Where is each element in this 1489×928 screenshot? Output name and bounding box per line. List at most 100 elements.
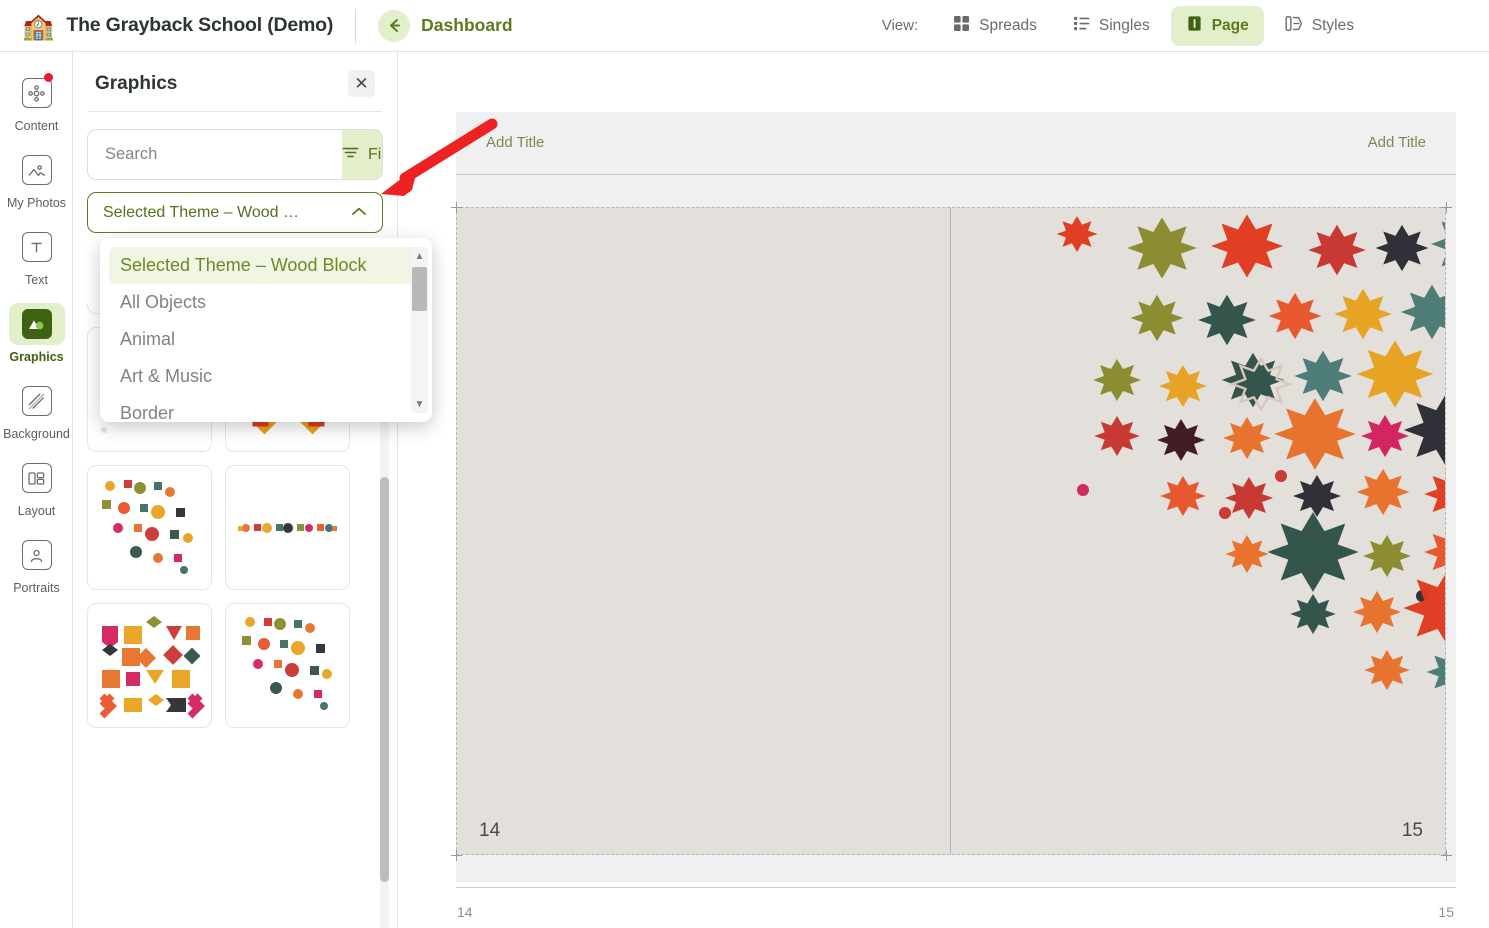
graphics-panel: Graphics ✕ Filter Selected Theme – Wood … xyxy=(73,52,398,928)
search-input[interactable] xyxy=(88,130,342,179)
dropdown-option-animal[interactable]: Animal xyxy=(100,321,432,358)
add-title-left[interactable]: Add Title xyxy=(486,134,544,160)
graphics-icon xyxy=(21,309,52,339)
page-number-left: 14 xyxy=(479,820,501,841)
graphic-thumbnail[interactable] xyxy=(225,603,350,728)
footer-page-number-right: 15 xyxy=(1438,904,1454,920)
styles-icon xyxy=(1285,15,1303,37)
school-building-icon: 🏫 xyxy=(22,10,55,41)
page-number-right: 15 xyxy=(1401,820,1423,841)
view-option-label: Singles xyxy=(1098,16,1150,34)
footer-page-number-left: 14 xyxy=(457,904,473,920)
view-option-label: Page xyxy=(1211,16,1249,34)
filter-icon xyxy=(342,146,359,164)
rail-icon-box xyxy=(9,380,65,422)
sidebar-item-label: Layout xyxy=(17,504,56,518)
sidebar-item-label: Background xyxy=(3,427,70,441)
rail-icon-box xyxy=(9,149,65,191)
layout-icon xyxy=(21,463,52,493)
panel-scrollbar-thumb[interactable] xyxy=(380,477,389,882)
search-row: Filter xyxy=(87,129,383,180)
left-nav-rail: Content My Photos Text Graphics Backgrou… xyxy=(0,52,73,928)
arrow-left-glyph xyxy=(389,19,400,32)
chevron-up-icon xyxy=(351,204,367,222)
arrow-left-icon xyxy=(378,9,411,42)
dropdown-option-border[interactable]: Border xyxy=(100,395,432,422)
sidebar-item-background[interactable]: Background xyxy=(0,380,73,441)
dashboard-label: Dashboard xyxy=(421,15,513,35)
panel-header-divider xyxy=(88,111,382,112)
panel-title: Graphics xyxy=(95,72,178,94)
dropdown-option-all-objects[interactable]: All Objects xyxy=(100,284,432,321)
theme-select-dropdown[interactable]: Selected Theme – Wood … xyxy=(87,192,383,233)
rail-icon-box xyxy=(9,72,65,114)
sidebar-item-label: Content xyxy=(14,119,59,133)
view-label: View: xyxy=(881,17,919,34)
sidebar-item-label: Portraits xyxy=(13,581,60,595)
rail-icon-box xyxy=(8,303,65,345)
sidebar-item-label: Text xyxy=(25,273,48,287)
view-switcher: View: Spreads Singles Page Styles xyxy=(881,5,1489,46)
sidebar-item-portraits[interactable]: Portraits xyxy=(0,534,73,595)
crop-mark-bottom-left xyxy=(451,850,462,861)
dropdown-scrollbar[interactable]: ▲ ▼ xyxy=(411,247,428,413)
sidebar-item-my-photos[interactable]: My Photos xyxy=(0,149,73,210)
sidebar-item-text[interactable]: Text xyxy=(0,226,73,287)
panel-header: Graphics ✕ xyxy=(73,52,397,97)
sidebar-item-label: My Photos xyxy=(6,196,67,210)
theme-select-value: Selected Theme – Wood … xyxy=(103,203,299,221)
footer-divider xyxy=(456,887,1456,888)
view-option-styles[interactable]: Styles xyxy=(1270,6,1369,46)
view-option-label: Spreads xyxy=(979,16,1037,34)
page-title: The Grayback School (Demo) xyxy=(66,14,334,36)
crop-mark-top-right xyxy=(1441,202,1452,213)
notification-badge-dot xyxy=(43,73,53,82)
page-spread[interactable]: 14 15 xyxy=(456,207,1446,855)
filter-button[interactable]: Filter xyxy=(342,130,382,179)
view-option-page[interactable]: Page xyxy=(1170,5,1264,46)
sidebar-item-layout[interactable]: Layout xyxy=(0,457,73,518)
top-bar: 🏫 The Grayback School (Demo) Dashboard V… xyxy=(0,0,1489,52)
page-stage: Add Title Add Title 14 15 14 15 xyxy=(451,112,1456,920)
dropdown-scrollbar-thumb[interactable] xyxy=(412,267,427,311)
graphic-thumbnail[interactable] xyxy=(225,465,350,590)
dropdown-option-art-music[interactable]: Art & Music xyxy=(100,358,432,395)
view-option-singles[interactable]: Singles xyxy=(1058,6,1165,46)
header-divider xyxy=(355,8,357,43)
rail-icon-box xyxy=(9,457,65,499)
spread-gutter xyxy=(950,208,951,854)
photo-icon xyxy=(21,155,52,185)
sidebar-item-label: Graphics xyxy=(9,350,64,364)
view-option-spreads[interactable]: Spreads xyxy=(938,6,1052,46)
title-row: Add Title Add Title xyxy=(456,134,1456,160)
canvas-area: Add Title Add Title 14 15 14 15 xyxy=(398,52,1489,928)
content-icon xyxy=(21,78,52,108)
title-divider xyxy=(456,174,1456,175)
graphic-thumbnail[interactable] xyxy=(87,465,212,590)
close-icon[interactable]: ✕ xyxy=(348,70,375,97)
graphic-thumbnail[interactable] xyxy=(87,603,212,728)
sidebar-item-content[interactable]: Content xyxy=(0,72,73,133)
crop-mark-top-left xyxy=(451,202,462,213)
caret-down-icon[interactable]: ▼ xyxy=(411,396,428,412)
rail-icon-box xyxy=(9,226,65,268)
text-icon xyxy=(21,232,52,262)
brand: 🏫 The Grayback School (Demo) xyxy=(0,13,333,39)
add-title-right[interactable]: Add Title xyxy=(1368,134,1426,160)
islamic-star-mosaic-corner xyxy=(1056,212,1445,696)
background-icon xyxy=(21,386,52,416)
dropdown-options: Selected Theme – Wood Block All Objects … xyxy=(100,238,432,422)
app-root: 🏫 The Grayback School (Demo) Dashboard V… xyxy=(0,0,1489,928)
caret-up-icon[interactable]: ▲ xyxy=(411,248,428,264)
rail-icon-box xyxy=(9,534,65,576)
crop-mark-bottom-right xyxy=(1441,850,1452,861)
page-icon xyxy=(1186,15,1203,37)
dropdown-option-selected-theme[interactable]: Selected Theme – Wood Block xyxy=(109,247,423,284)
grid-four-icon xyxy=(953,15,970,37)
dashboard-back-button[interactable]: Dashboard xyxy=(378,9,513,42)
filter-label: Filter xyxy=(368,145,382,163)
view-option-label: Styles xyxy=(1311,16,1354,34)
sidebar-item-graphics[interactable]: Graphics xyxy=(0,303,73,364)
theme-dropdown-menu: Selected Theme – Wood Block All Objects … xyxy=(100,238,432,422)
portraits-icon xyxy=(21,540,52,570)
